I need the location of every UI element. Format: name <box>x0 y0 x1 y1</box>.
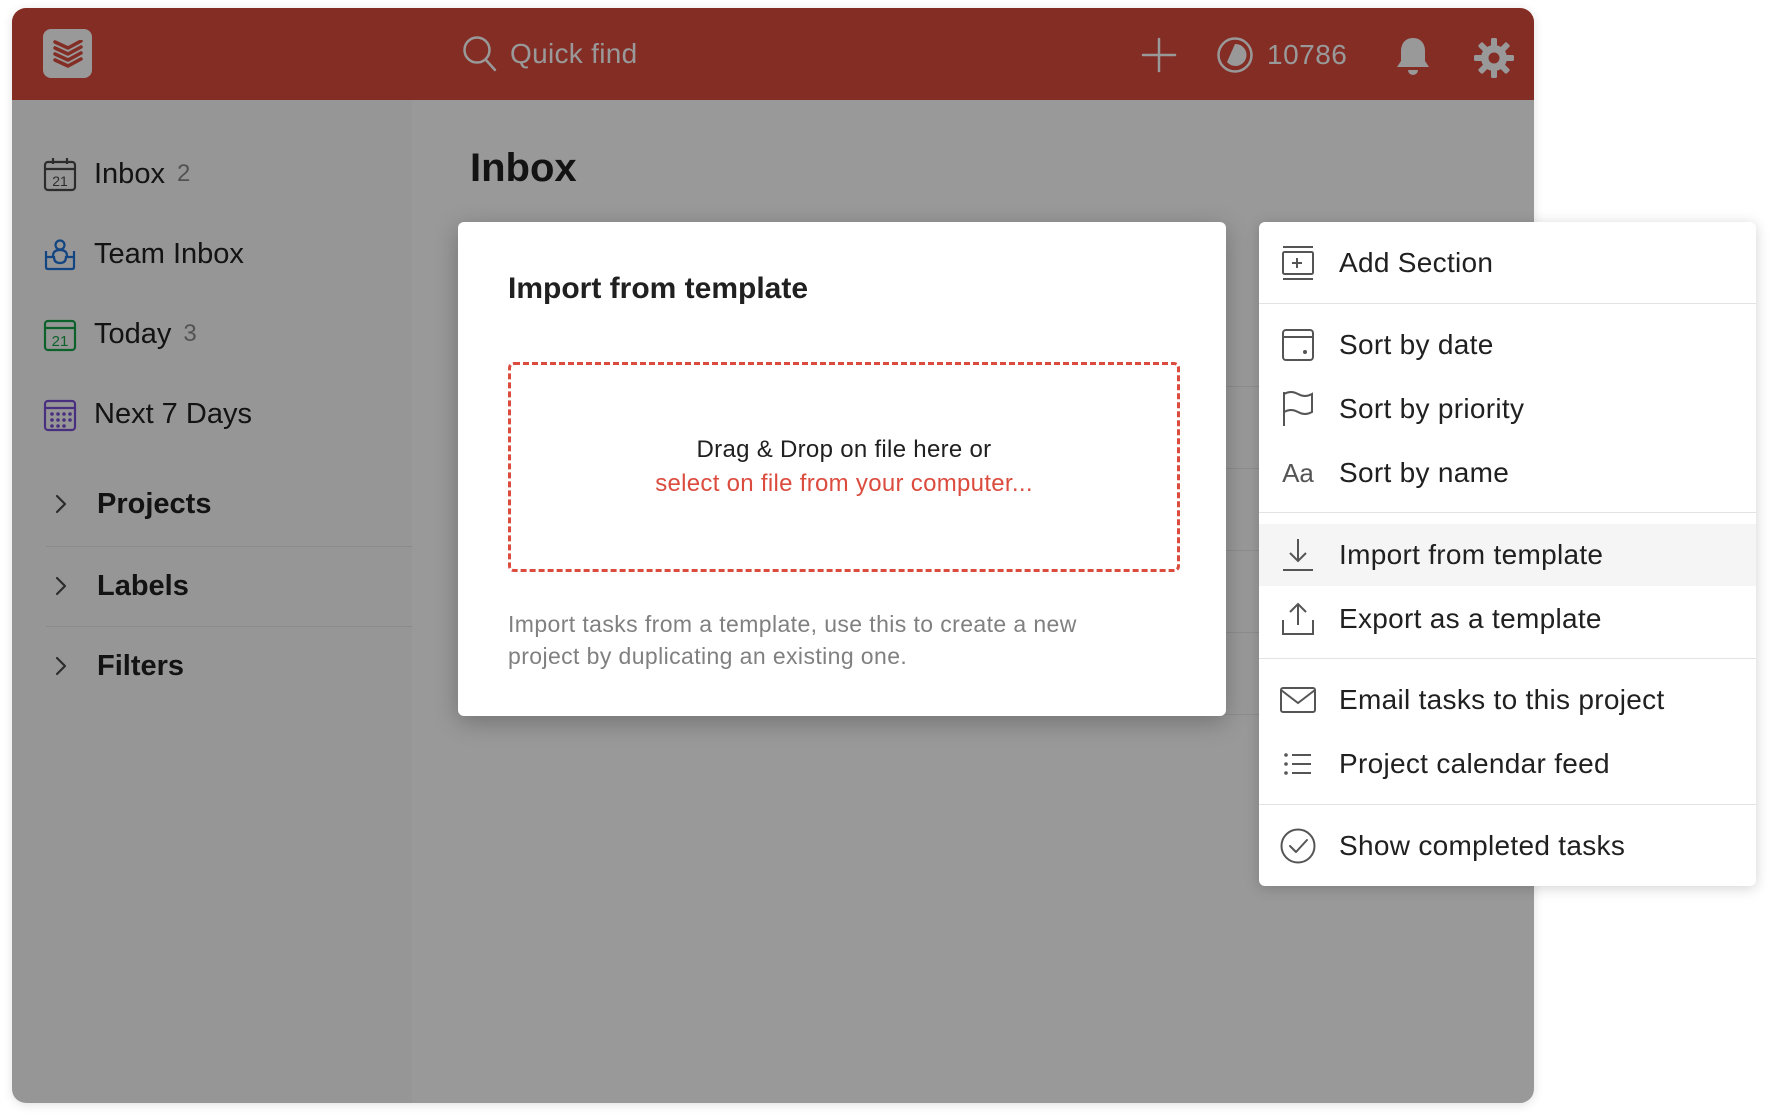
menu-item-sort-by-name[interactable]: Aa Sort by name <box>1259 442 1756 504</box>
dialog-description: Import tasks from a template, use this t… <box>508 611 1077 669</box>
menu-item-label: Sort by date <box>1339 329 1494 360</box>
import-template-dialog: Import from template Drag & Drop on file… <box>458 222 1226 716</box>
dialog-title: Import from template <box>508 272 809 305</box>
menu-separator <box>1259 512 1756 513</box>
menu-item-sort-by-date[interactable]: Sort by date <box>1259 314 1756 376</box>
menu-item-label: Import from template <box>1339 539 1604 570</box>
envelope-icon <box>1279 681 1317 719</box>
menu-item-sort-by-priority[interactable]: Sort by priority <box>1259 378 1756 440</box>
flag-icon <box>1279 390 1317 428</box>
add-section-icon <box>1279 244 1317 282</box>
menu-item-label: Export as a template <box>1339 603 1602 634</box>
menu-item-label: Sort by priority <box>1339 393 1525 424</box>
drop-zone-text: Drag & Drop on file here or <box>696 436 992 463</box>
project-actions-menu: Add Section Sort by date Sort by priorit… <box>1259 222 1756 886</box>
menu-separator <box>1259 303 1756 304</box>
menu-item-label: Email tasks to this project <box>1339 684 1665 715</box>
text-aa-icon: Aa <box>1282 457 1314 488</box>
menu-item-add-section[interactable]: Add Section <box>1259 232 1756 294</box>
select-file-link[interactable]: select on file from your computer... <box>655 470 1033 498</box>
menu-item-calendar-feed[interactable]: Project calendar feed <box>1259 733 1756 795</box>
upload-icon <box>1279 600 1317 638</box>
menu-item-label: Add Section <box>1339 247 1494 278</box>
download-icon <box>1279 536 1317 574</box>
check-circle-icon <box>1279 827 1317 865</box>
calendar-icon <box>1279 326 1317 364</box>
menu-separator <box>1259 658 1756 659</box>
menu-separator <box>1259 804 1756 805</box>
menu-item-export-as-template[interactable]: Export as a template <box>1259 588 1756 650</box>
menu-item-show-completed[interactable]: Show completed tasks <box>1259 815 1756 877</box>
menu-item-label: Show completed tasks <box>1339 830 1626 861</box>
menu-item-label: Project calendar feed <box>1339 748 1610 779</box>
list-icon <box>1279 745 1317 783</box>
menu-item-email-tasks[interactable]: Email tasks to this project <box>1259 669 1756 731</box>
menu-item-label: Sort by name <box>1339 457 1510 488</box>
menu-item-import-from-template[interactable]: Import from template <box>1259 524 1756 586</box>
file-drop-zone[interactable]: Drag & Drop on file here or select on fi… <box>508 362 1180 572</box>
